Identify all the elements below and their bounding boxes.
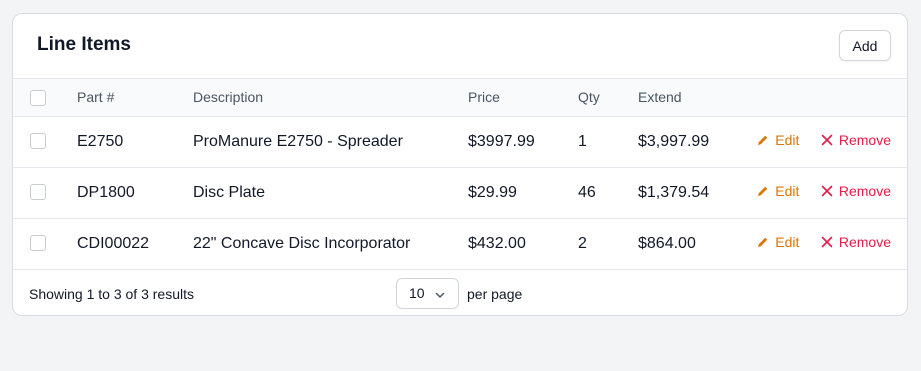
line-items-card: Line Items Add Part # Description Price … (12, 13, 908, 316)
cell-part: CDI00022 (77, 218, 193, 270)
card-title: Line Items (37, 34, 131, 55)
row-checkbox[interactable] (30, 235, 46, 252)
pencil-icon (757, 185, 769, 197)
line-items-table: Part # Description Price Qty Extend E275… (13, 79, 907, 270)
column-header-part: Part # (77, 79, 193, 117)
pencil-icon (757, 236, 769, 248)
table-row: CDI00022 22" Concave Disc Incorporator $… (13, 218, 907, 270)
edit-label: Edit (775, 183, 800, 199)
cell-price: $432.00 (468, 218, 578, 270)
row-checkbox[interactable] (30, 184, 46, 201)
column-header-description: Description (193, 79, 468, 117)
per-page-value: 10 (409, 285, 425, 301)
edit-label: Edit (775, 234, 800, 250)
pencil-icon (757, 134, 769, 146)
table-row: E2750 ProManure E2750 - Spreader $3997.9… (13, 116, 907, 168)
per-page-label: per page (467, 285, 523, 302)
chevron-down-icon (434, 288, 446, 304)
cell-price: $29.99 (468, 167, 578, 219)
pagination-footer: Showing 1 to 3 of 3 results 10 per page (13, 270, 907, 316)
cell-description: ProManure E2750 - Spreader (193, 116, 468, 168)
remove-button[interactable]: Remove (821, 132, 891, 148)
cell-qty: 1 (578, 116, 638, 168)
add-button[interactable]: Add (839, 30, 891, 61)
cell-price: $3997.99 (468, 116, 578, 168)
select-all-checkbox[interactable] (30, 89, 46, 106)
column-header-qty: Qty (578, 79, 638, 117)
per-page-select[interactable]: 10 (396, 277, 459, 309)
remove-button[interactable]: Remove (821, 234, 891, 250)
cell-extend: $1,379.54 (638, 167, 748, 219)
remove-label: Remove (838, 234, 891, 250)
x-icon (821, 185, 833, 197)
cell-part: DP1800 (77, 167, 193, 219)
column-header-price: Price (468, 79, 578, 117)
table-header-row: Part # Description Price Qty Extend (13, 79, 907, 117)
cell-qty: 46 (578, 167, 638, 219)
remove-button[interactable]: Remove (821, 183, 891, 199)
edit-label: Edit (775, 132, 800, 148)
cell-qty: 2 (578, 218, 638, 270)
column-header-extend: Extend (638, 79, 748, 117)
cell-extend: $864.00 (638, 218, 748, 270)
edit-button[interactable]: Edit (757, 132, 799, 148)
cell-description: 22" Concave Disc Incorporator (193, 218, 468, 270)
table-row: DP1800 Disc Plate $29.99 46 $1,379.54 Ed… (13, 167, 907, 219)
remove-label: Remove (838, 132, 891, 148)
cell-extend: $3,997.99 (638, 116, 748, 168)
remove-label: Remove (838, 183, 891, 199)
edit-button[interactable]: Edit (757, 234, 799, 250)
x-icon (821, 134, 833, 146)
row-checkbox[interactable] (30, 133, 46, 150)
card-header: Line Items Add (13, 14, 907, 79)
results-summary: Showing 1 to 3 of 3 results (29, 285, 194, 302)
cell-description: Disc Plate (193, 167, 468, 219)
edit-button[interactable]: Edit (757, 183, 799, 199)
x-icon (821, 236, 833, 248)
cell-part: E2750 (77, 116, 193, 168)
